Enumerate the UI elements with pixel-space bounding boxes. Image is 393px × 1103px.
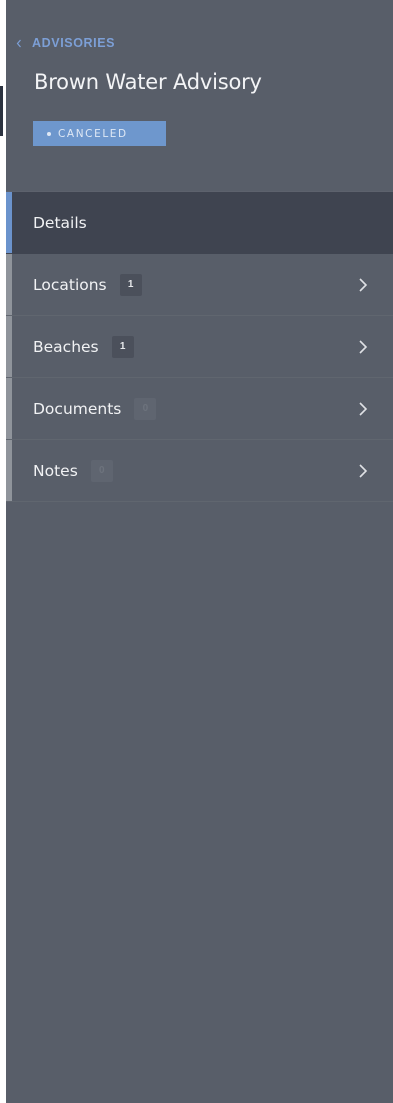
chevron-left-icon (16, 37, 28, 49)
status-label: CANCELED (58, 127, 128, 140)
status-badge: CANCELED (33, 121, 166, 146)
chevron-right-icon (357, 277, 369, 293)
nav-item-label: Beaches (33, 337, 99, 356)
chevron-right-icon (357, 339, 369, 355)
nav-item-label: Locations (33, 275, 107, 294)
nav-item-locations[interactable]: Locations 1 (6, 254, 393, 316)
back-link-label: ADVISORIES (32, 36, 116, 50)
count-badge: 0 (134, 397, 157, 420)
nav-accent-bar (6, 440, 12, 501)
nav-item-details[interactable]: Details (6, 192, 393, 254)
chevron-right-icon (357, 463, 369, 479)
nav-item-beaches[interactable]: Beaches 1 (6, 316, 393, 378)
count-badge: 0 (90, 459, 113, 482)
dot-icon (47, 131, 51, 136)
app-frame: ADVISORIES Brown Water Advisory CANCELED… (0, 0, 393, 1103)
advisories-back-link[interactable]: ADVISORIES (16, 36, 115, 50)
advisory-nav: Details Locations 1 Beaches 1 Documents … (6, 192, 393, 502)
page-title: Brown Water Advisory (34, 70, 262, 94)
count-badge: 1 (111, 335, 134, 358)
nav-accent-bar (6, 378, 12, 439)
nav-item-label: Documents (33, 399, 122, 418)
nav-accent-bar (6, 316, 12, 377)
nav-accent-bar (6, 254, 12, 315)
edge-marker (0, 86, 3, 136)
nav-accent-bar (6, 192, 12, 253)
nav-item-documents[interactable]: Documents 0 (6, 378, 393, 440)
advisory-sidebar: ADVISORIES Brown Water Advisory CANCELED… (6, 0, 393, 1103)
chevron-right-icon (357, 401, 369, 417)
nav-item-label: Details (33, 213, 87, 232)
advisory-header: ADVISORIES Brown Water Advisory CANCELED (6, 0, 393, 192)
nav-item-label: Notes (33, 461, 78, 480)
nav-item-notes[interactable]: Notes 0 (6, 440, 393, 502)
count-badge: 1 (119, 273, 142, 296)
